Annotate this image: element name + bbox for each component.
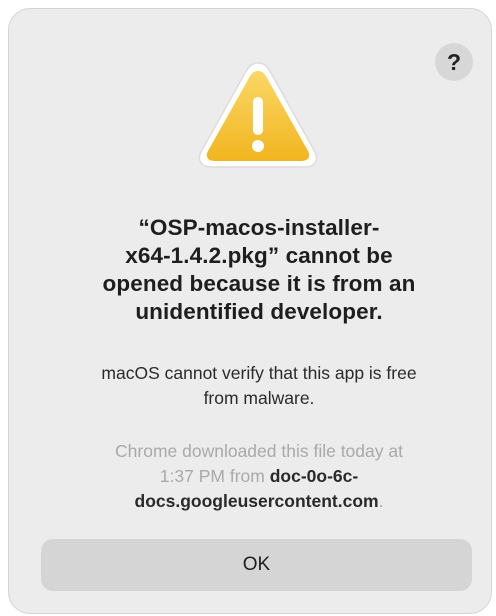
download-source-info: Chrome downloaded this file today at 1:3… xyxy=(59,439,459,514)
source-period: . xyxy=(378,491,384,511)
message-line: macOS cannot verify that this app is fre… xyxy=(101,363,417,383)
source-domain-part2: docs.googleusercontent.com xyxy=(134,491,379,511)
security-alert-dialog: ? “OSP-macos-installer- x64-1.4.2.pkg” c… xyxy=(8,8,492,614)
title-line: opened because it is from an xyxy=(102,271,416,296)
source-domain-part1: doc-0o-6c- xyxy=(269,466,359,486)
source-line: docs.googleusercontent.com. xyxy=(59,489,459,514)
dialog-message: macOS cannot verify that this app is fre… xyxy=(39,361,479,411)
dialog-title: “OSP-macos-installer- x64-1.4.2.pkg” can… xyxy=(49,214,469,326)
warning-triangle-icon xyxy=(198,62,318,168)
ok-button[interactable]: OK xyxy=(41,539,472,591)
source-line: 1:37 PM from doc-0o-6c- xyxy=(59,464,459,489)
source-line: Chrome downloaded this file today at xyxy=(115,441,403,461)
help-button[interactable]: ? xyxy=(435,43,473,81)
source-time-text: 1:37 PM from xyxy=(159,466,270,486)
title-line: x64-1.4.2.pkg” cannot be xyxy=(125,243,393,268)
title-line: “OSP-macos-installer- xyxy=(138,215,380,240)
message-line: from malware. xyxy=(203,388,315,408)
title-line: unidentified developer. xyxy=(135,299,383,324)
